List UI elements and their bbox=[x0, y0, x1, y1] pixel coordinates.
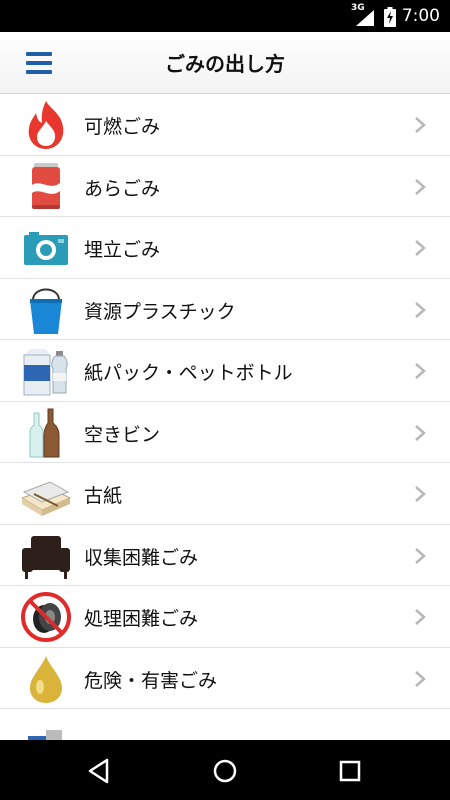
no-tire-icon bbox=[21, 592, 71, 642]
list-item[interactable]: 紙パック・ペットボトル bbox=[0, 340, 450, 402]
list-item-label: 空きビン bbox=[84, 423, 161, 446]
list-item[interactable]: 可燃ごみ bbox=[0, 94, 450, 156]
list-item[interactable]: 埋立ごみ bbox=[0, 217, 450, 279]
home-icon[interactable] bbox=[210, 756, 240, 786]
partial-item-icon bbox=[28, 730, 62, 740]
category-list: 可燃ごみ あらごみ 埋立ごみ 資源プラスチック 紙パック・ペットボトル 空きビン… bbox=[0, 94, 450, 740]
page-title: ごみの出し方 bbox=[165, 52, 285, 76]
list-item[interactable]: 収集困難ごみ bbox=[0, 525, 450, 586]
list-item-label: 資源プラスチック bbox=[84, 300, 236, 323]
chevron-right-icon bbox=[415, 609, 426, 625]
chevron-right-icon bbox=[415, 117, 426, 133]
status-bar: 3G 7:00 bbox=[0, 0, 450, 32]
newspaper-bundle-icon bbox=[20, 481, 72, 516]
milk-carton-bottle-icon bbox=[23, 349, 68, 396]
chevron-right-icon bbox=[415, 547, 426, 564]
navigation-bar bbox=[0, 740, 450, 800]
recents-icon[interactable] bbox=[335, 756, 365, 786]
list-item-label: 処理困難ごみ bbox=[84, 608, 199, 630]
list-item-label: あらごみ bbox=[84, 177, 161, 200]
chevron-right-icon bbox=[415, 178, 426, 195]
battery-charging-icon bbox=[384, 7, 396, 27]
chevron-right-icon bbox=[415, 240, 426, 256]
list-item[interactable]: 危険・有害ごみ bbox=[0, 648, 450, 709]
armchair-icon bbox=[22, 535, 70, 579]
flame-icon bbox=[28, 101, 64, 149]
list-item-label: 可燃ごみ bbox=[84, 116, 161, 138]
chevron-right-icon bbox=[415, 363, 426, 379]
camera-icon bbox=[24, 232, 68, 265]
list-item-label: 紙パック・ペットボトル bbox=[84, 362, 293, 384]
list-item-label: 収集困難ごみ bbox=[84, 546, 199, 569]
bucket-icon bbox=[30, 288, 62, 334]
clock: 7:00 bbox=[401, 6, 440, 26]
back-icon[interactable] bbox=[85, 756, 115, 786]
list-item-label: 埋立ごみ bbox=[84, 239, 161, 261]
chevron-right-icon bbox=[415, 301, 426, 318]
list-item-label: 古紙 bbox=[84, 485, 123, 507]
signal-icon bbox=[356, 10, 374, 26]
list-item[interactable]: 古紙 bbox=[0, 463, 450, 525]
app-bar: ごみの出し方 bbox=[0, 32, 450, 94]
glass-bottles-icon bbox=[29, 408, 60, 457]
oil-drop-icon bbox=[30, 655, 62, 703]
list-item[interactable]: あらごみ bbox=[0, 156, 450, 217]
chevron-right-icon bbox=[415, 486, 426, 502]
list-item[interactable]: 空きビン bbox=[0, 402, 450, 463]
can-icon bbox=[32, 162, 60, 209]
list-item-label: 危険・有害ごみ bbox=[84, 669, 218, 692]
chevron-right-icon bbox=[415, 670, 426, 687]
chevron-right-icon bbox=[415, 424, 426, 441]
list-item[interactable] bbox=[0, 709, 450, 740]
list-item[interactable]: 処理困難ごみ bbox=[0, 586, 450, 648]
list-item[interactable]: 資源プラスチック bbox=[0, 279, 450, 340]
